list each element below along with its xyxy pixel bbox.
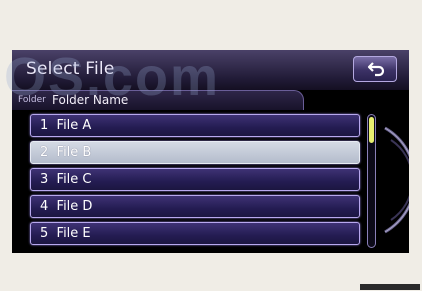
folder-name: Folder Name [52, 93, 129, 107]
display-frame: Select File Folder Folder Name 1 File A 2… [0, 0, 422, 291]
file-list-item[interactable]: 4 File D [30, 195, 360, 218]
scroll-thumb[interactable] [369, 117, 374, 143]
screen-title: Select File [26, 59, 115, 79]
folder-label: Folder [18, 95, 46, 105]
file-list-item[interactable]: 2 File B [30, 141, 360, 164]
file-item-label: 2 File B [40, 145, 92, 160]
folder-tab: Folder Folder Name [12, 90, 304, 110]
return-arrow-icon [367, 62, 385, 77]
file-item-label: 4 File D [40, 199, 93, 214]
file-item-label: 1 File A [40, 118, 92, 133]
file-list-item[interactable]: 1 File A [30, 114, 360, 137]
screen-header: Select File [12, 50, 409, 90]
scroll-dial-icon [384, 126, 409, 234]
file-item-label: 3 File C [40, 172, 92, 187]
scrollbar[interactable] [367, 114, 376, 248]
file-list-item[interactable]: 3 File C [30, 168, 360, 191]
back-button[interactable] [353, 56, 397, 82]
nav-screen: Select File Folder Folder Name 1 File A 2… [12, 50, 409, 253]
file-list: 1 File A 2 File B 3 File C 4 File D 5 File E [30, 114, 360, 249]
file-item-label: 5 File E [40, 226, 91, 241]
corner-tag [360, 284, 420, 290]
file-list-item[interactable]: 5 File E [30, 222, 360, 245]
